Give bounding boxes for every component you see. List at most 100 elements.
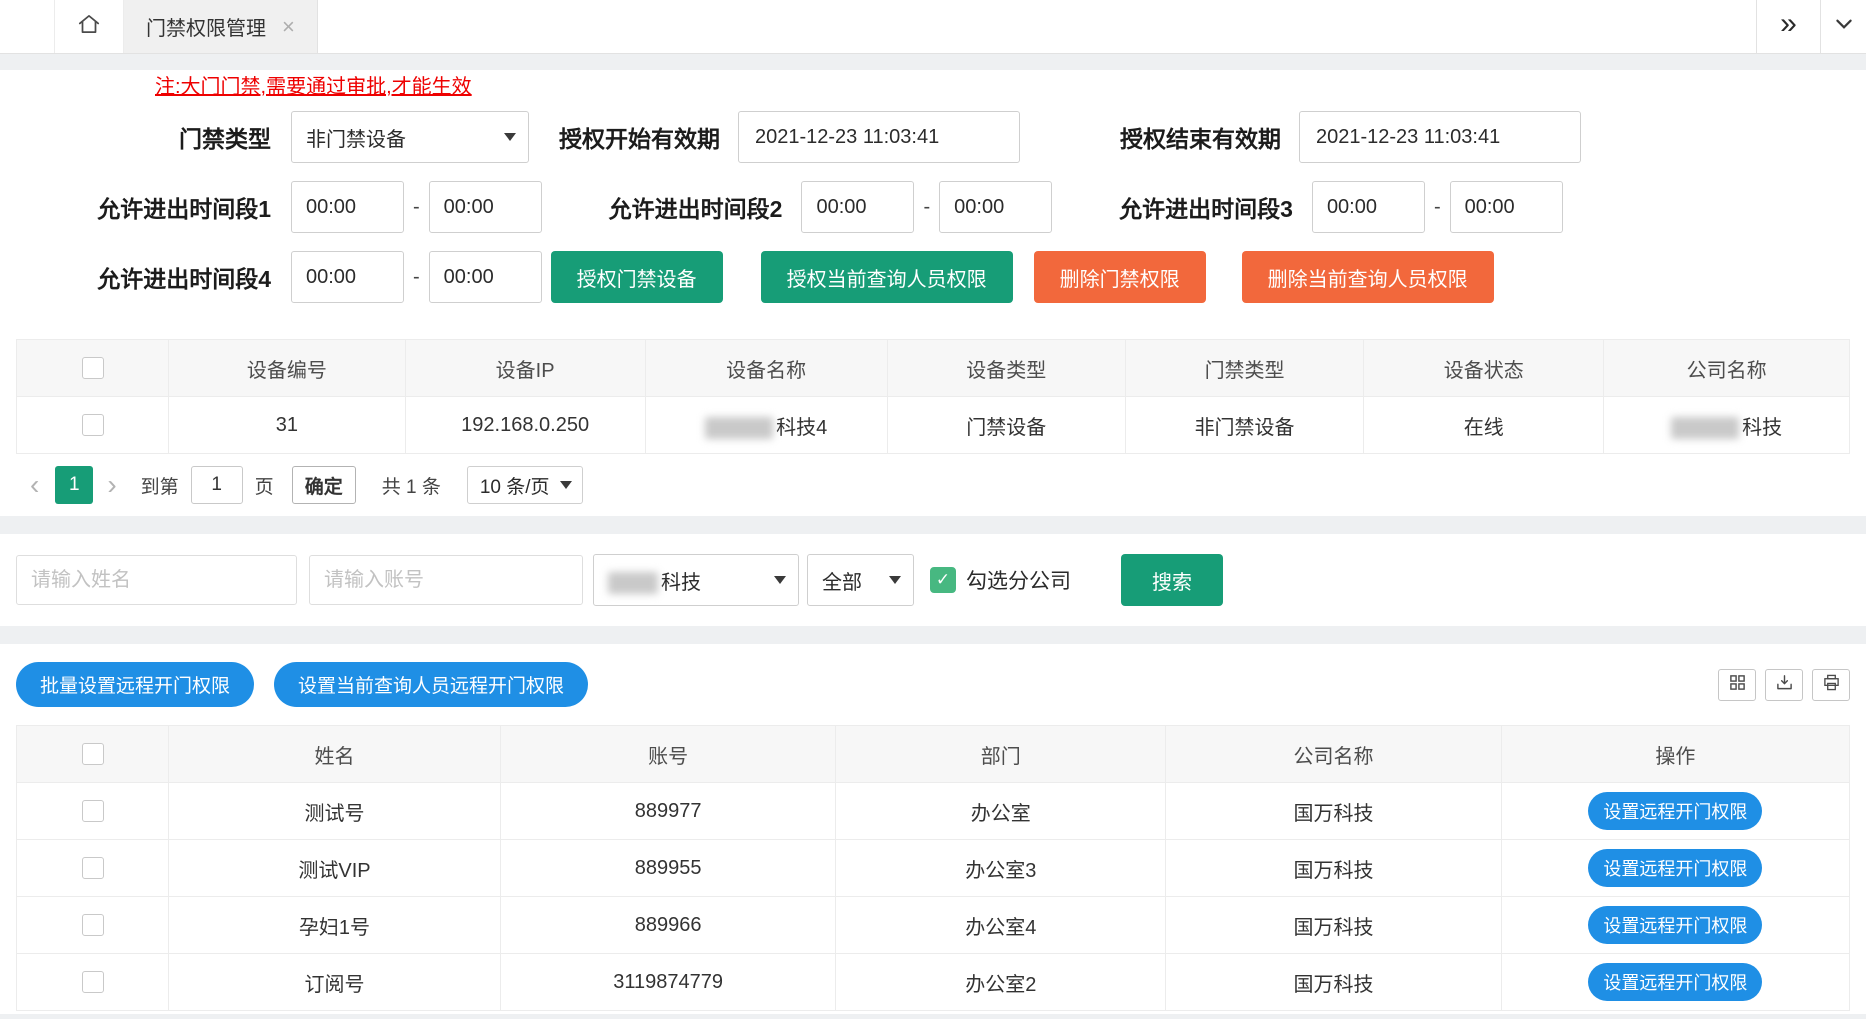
set-remote-door-permission-button[interactable]: 设置远程开门权限 <box>1588 906 1762 944</box>
goto-confirm-button[interactable]: 确定 <box>292 466 356 504</box>
period2-start-input[interactable] <box>801 181 914 233</box>
access-type-select[interactable]: 非门禁设备 <box>291 111 529 163</box>
chevron-down-icon <box>889 576 901 584</box>
col-company-name: 公司名称 <box>1604 340 1850 397</box>
set-remote-door-permission-button[interactable]: 设置远程开门权限 <box>1588 792 1762 830</box>
row-checkbox[interactable] <box>82 914 104 936</box>
col-device-type: 设备类型 <box>887 340 1125 397</box>
name-search-input[interactable] <box>16 555 297 605</box>
close-icon[interactable]: × <box>282 16 295 38</box>
censored-text <box>1671 417 1739 439</box>
home-icon <box>76 11 102 42</box>
authorize-current-persons-button[interactable]: 授权当前查询人员权限 <box>761 251 1013 303</box>
page-size-value: 10 条/页 <box>480 472 550 499</box>
period1-start-input[interactable] <box>291 181 404 233</box>
branch-checkbox-label: 勾选分公司 <box>966 565 1071 595</box>
tab-access-permission[interactable]: 门禁权限管理 × <box>124 0 318 53</box>
device-id-cell: 31 <box>169 397 405 454</box>
person-toolbar: 批量设置远程开门权限 设置当前查询人员远程开门权限 <box>0 662 1866 707</box>
company-cell: 国万科技 <box>1166 783 1501 840</box>
goto-page-label: 到第 <box>141 472 179 499</box>
select-all-checkbox[interactable] <box>82 743 104 765</box>
form-row-2: 允许进出时间段1 - 允许进出时间段2 - 允许进出时间段3 - <box>0 181 1866 233</box>
person-table-row: 测试号 889977 办公室 国万科技 设置远程开门权限 <box>17 783 1850 840</box>
col-account: 账号 <box>500 726 835 783</box>
double-arrow-icon: » <box>1780 7 1797 41</box>
select-all-checkbox[interactable] <box>82 357 104 379</box>
col-actions: 操作 <box>1501 726 1849 783</box>
auth-end-input[interactable] <box>1299 111 1581 163</box>
chevron-down-icon <box>774 576 786 584</box>
top-tab-bar: 门禁权限管理 × » <box>0 0 1866 54</box>
form-row-1: 门禁类型 非门禁设备 授权开始有效期 授权结束有效期 <box>0 111 1866 163</box>
set-remote-door-permission-button[interactable]: 设置远程开门权限 <box>1588 963 1762 1001</box>
period4-start-input[interactable] <box>291 251 404 303</box>
scope-select-value: 全部 <box>822 566 862 595</box>
period3-start-input[interactable] <box>1312 181 1425 233</box>
period3-label: 允许进出时间段3 <box>1119 190 1293 224</box>
time-range-dash: - <box>413 196 420 219</box>
delete-access-permission-button[interactable]: 删除门禁权限 <box>1034 251 1206 303</box>
chevron-down-icon <box>1833 13 1855 40</box>
page-size-select[interactable]: 10 条/页 <box>467 466 583 504</box>
period3-end-input[interactable] <box>1450 181 1563 233</box>
next-page-icon[interactable]: › <box>107 471 116 499</box>
row-checkbox[interactable] <box>82 800 104 822</box>
row-checkbox[interactable] <box>82 857 104 879</box>
col-department: 部门 <box>836 726 1166 783</box>
export-button[interactable] <box>1765 669 1803 701</box>
col-device-status: 设备状态 <box>1364 340 1604 397</box>
print-button[interactable] <box>1812 669 1850 701</box>
col-name: 姓名 <box>169 726 501 783</box>
censored-text <box>608 572 658 594</box>
topbar-spacer <box>318 0 1756 53</box>
delete-current-persons-permission-button[interactable]: 删除当前查询人员权限 <box>1242 251 1494 303</box>
person-table-wrap: 姓名 账号 部门 公司名称 操作 测试号 889977 办公室 国万科技 设置远… <box>0 725 1866 1011</box>
device-table-header-row: 设备编号 设备IP 设备名称 设备类型 门禁类型 设备状态 公司名称 <box>17 340 1850 397</box>
page-unit-label: 页 <box>255 472 274 499</box>
time-range-dash: - <box>923 196 930 219</box>
page-1-button[interactable]: 1 <box>55 466 93 504</box>
current-persons-remote-door-permission-button[interactable]: 设置当前查询人员远程开门权限 <box>274 662 588 707</box>
home-button[interactable] <box>54 0 124 53</box>
topbar-left-pad <box>0 0 54 53</box>
branch-checkbox[interactable]: ✓ <box>930 567 956 593</box>
goto-page-input[interactable] <box>191 466 243 504</box>
period2-label: 允许进出时间段2 <box>609 190 783 224</box>
batch-remote-door-permission-button[interactable]: 批量设置远程开门权限 <box>16 662 254 707</box>
company-cell: 国万科技 <box>1166 840 1501 897</box>
account-search-input[interactable] <box>309 555 583 605</box>
authorize-device-button[interactable]: 授权门禁设备 <box>551 251 723 303</box>
device-table: 设备编号 设备IP 设备名称 设备类型 门禁类型 设备状态 公司名称 31 19… <box>16 339 1850 454</box>
approval-note: 注:大门门禁,需要通过审批,才能生效 <box>155 70 1866 99</box>
censored-text <box>705 417 773 439</box>
name-cell: 孕妇1号 <box>169 897 501 954</box>
person-panel: 批量设置远程开门权限 设置当前查询人员远程开门权限 <box>0 644 1866 1014</box>
columns-icon <box>1729 674 1746 696</box>
set-remote-door-permission-button[interactable]: 设置远程开门权限 <box>1588 849 1762 887</box>
period4-end-input[interactable] <box>429 251 542 303</box>
period1-end-input[interactable] <box>429 181 542 233</box>
row-checkbox[interactable] <box>82 971 104 993</box>
access-type-label: 门禁类型 <box>16 120 271 154</box>
search-button[interactable]: 搜索 <box>1121 554 1223 606</box>
row-checkbox[interactable] <box>82 414 104 436</box>
company-select[interactable]: 科技 <box>593 554 799 606</box>
columns-toggle-button[interactable] <box>1718 669 1756 701</box>
form-row-3: 允许进出时间段4 - 授权门禁设备 授权当前查询人员权限 删除门禁权限 删除当前… <box>0 251 1866 303</box>
department-cell: 办公室3 <box>836 840 1166 897</box>
auth-end-label: 授权结束有效期 <box>1120 120 1281 154</box>
name-cell: 测试号 <box>169 783 501 840</box>
person-table-header-row: 姓名 账号 部门 公司名称 操作 <box>17 726 1850 783</box>
company-cell: 国万科技 <box>1166 954 1501 1011</box>
access-type-value: 非门禁设备 <box>306 123 406 152</box>
period2-end-input[interactable] <box>939 181 1052 233</box>
scope-select[interactable]: 全部 <box>807 554 914 606</box>
device-table-pagination: ‹ 1 › 到第 页 确定 共 1 条 10 条/页 <box>16 466 1850 504</box>
company-select-value: 科技 <box>608 566 701 595</box>
prev-page-icon[interactable]: ‹ <box>30 471 39 499</box>
expand-tabs-button[interactable]: » <box>1756 0 1820 53</box>
chevron-down-icon <box>504 133 516 141</box>
auth-start-input[interactable] <box>738 111 1020 163</box>
tab-menu-button[interactable] <box>1820 0 1866 53</box>
